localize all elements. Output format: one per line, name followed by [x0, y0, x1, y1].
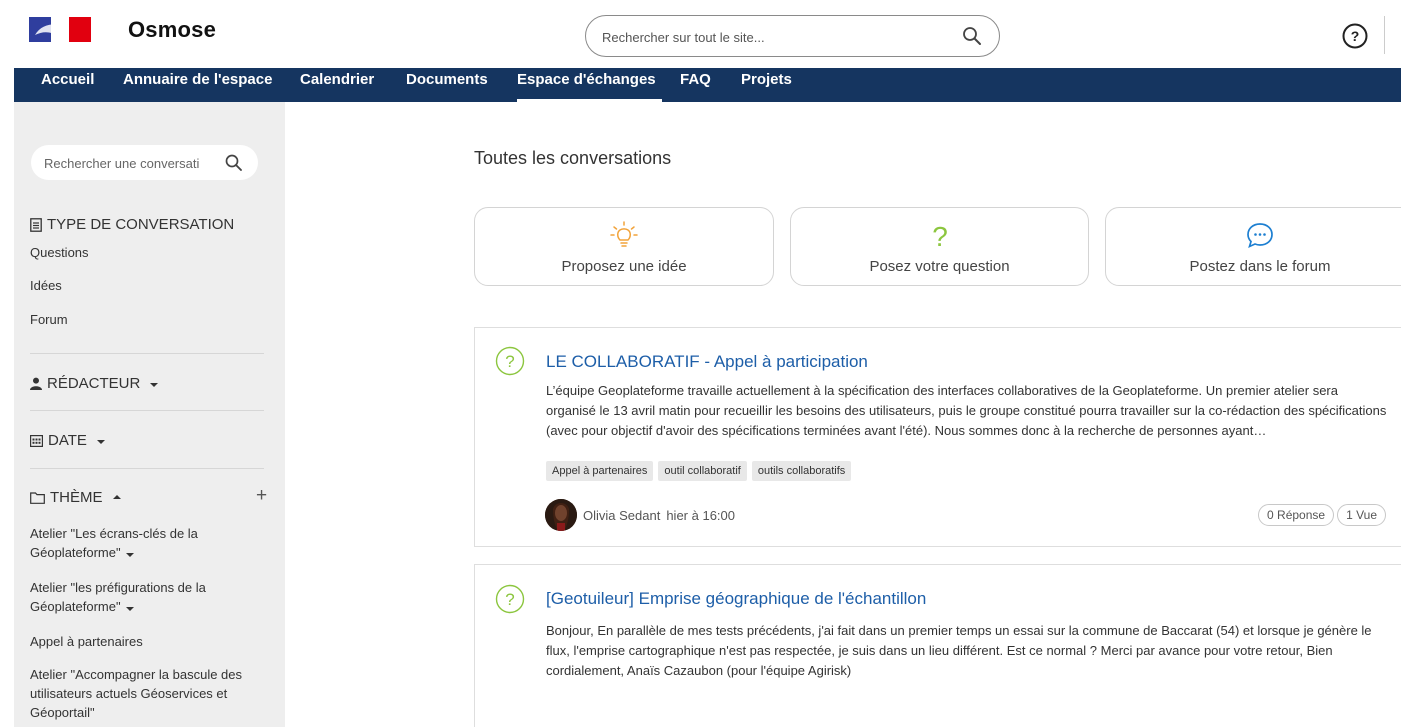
- sidebar-divider: [30, 410, 264, 411]
- post-forum-button[interactable]: Postez dans le forum: [1105, 207, 1401, 286]
- document-icon: [30, 217, 42, 232]
- author-filter-label: RÉDACTEUR: [47, 375, 141, 392]
- header-divider: [1384, 16, 1385, 54]
- question-icon: ?: [495, 584, 525, 614]
- svg-text:?: ?: [1351, 28, 1360, 44]
- tag-outil-collaboratif[interactable]: outil collaboratif: [658, 461, 747, 481]
- conversation-search-input[interactable]: [44, 153, 224, 173]
- theme-item-label: Atelier "Accompagner la bascule des util…: [30, 667, 243, 720]
- avatar[interactable]: [545, 499, 577, 531]
- theme-item-label: Appel à partenaires: [30, 634, 143, 649]
- author-filter-toggle[interactable]: RÉDACTEUR: [30, 375, 159, 392]
- main-nav: Accueil Annuaire de l'espace Calendrier …: [14, 68, 1401, 102]
- tag-list: Appel à partenaires outil collaboratif o…: [546, 461, 852, 481]
- date-filter-label: DATE: [48, 432, 87, 449]
- chevron-down-icon: [125, 553, 134, 557]
- user-icon: [30, 377, 42, 390]
- reply-count-badge: 0 Réponse: [1258, 504, 1335, 526]
- help-icon[interactable]: ?: [1341, 22, 1369, 50]
- lightbulb-icon: [610, 221, 638, 247]
- svg-text:?: ?: [505, 590, 514, 609]
- tag-appel-partenaires[interactable]: Appel à partenaires: [546, 461, 654, 481]
- propose-idea-button[interactable]: Proposez une idée: [474, 207, 774, 286]
- filter-type-forum[interactable]: Forum: [30, 312, 68, 327]
- svg-text:?: ?: [932, 221, 948, 250]
- nav-item-annuaire[interactable]: Annuaire de l'espace: [123, 68, 272, 102]
- site-search-box: [585, 15, 1000, 57]
- theme-filter-toggle[interactable]: THÈME: [30, 489, 121, 506]
- conversation-type-label: TYPE DE CONVERSATION: [47, 216, 235, 233]
- page-title: Toutes les conversations: [474, 148, 672, 168]
- post-forum-label: Postez dans le forum: [1189, 258, 1331, 275]
- author-name[interactable]: Olivia Sedant: [583, 508, 660, 523]
- tag-outils-collaboratifs[interactable]: outils collaboratifs: [751, 461, 852, 481]
- conversation-search-box: [31, 145, 258, 180]
- conversation-card: ? LE COLLABORATIF - Appel à participatio…: [474, 327, 1401, 547]
- view-count-badge: 1 Vue: [1337, 504, 1386, 526]
- question-icon: ?: [495, 346, 525, 376]
- nav-item-espace-echanges[interactable]: Espace d'échanges: [517, 68, 662, 102]
- theme-item[interactable]: Atelier "les préfigurations de la Géopla…: [30, 578, 270, 616]
- filter-type-idees[interactable]: Idées: [30, 278, 62, 293]
- propose-idea-label: Proposez une idée: [561, 258, 687, 275]
- nav-item-accueil[interactable]: Accueil: [41, 68, 94, 102]
- author-info: Olivia Sedant hier à 16:00: [545, 499, 735, 531]
- search-icon[interactable]: [224, 153, 244, 173]
- theme-item[interactable]: Atelier "Les écrans-clés de la Géoplatef…: [30, 524, 270, 562]
- chevron-down-icon: [125, 607, 134, 611]
- chevron-down-icon: [150, 383, 159, 387]
- sidebar-divider: [30, 468, 264, 469]
- filter-sidebar: TYPE DE CONVERSATION Questions Idées For…: [14, 102, 285, 727]
- nav-item-faq[interactable]: FAQ: [680, 68, 711, 102]
- conversation-title-link[interactable]: LE COLLABORATIF - Appel à participation: [546, 352, 868, 372]
- conversation-excerpt: L’équipe Geoplateforme travaille actuell…: [546, 383, 1387, 438]
- folder-icon: [30, 491, 45, 504]
- top-header: Osmose ?: [0, 0, 1401, 70]
- theme-item[interactable]: Appel à partenaires: [30, 632, 270, 651]
- calendar-icon: [30, 434, 43, 447]
- post-time: hier à 16:00: [666, 507, 735, 523]
- conversation-title-link[interactable]: [Geotuileur] Emprise géographique de l'é…: [546, 589, 926, 609]
- ask-question-label: Posez votre question: [869, 258, 1010, 275]
- chat-bubble-icon: [1247, 223, 1273, 249]
- chevron-down-icon: [96, 440, 105, 444]
- republique-flag-logo[interactable]: [29, 17, 91, 42]
- conversation-card: ? [Geotuileur] Emprise géographique de l…: [474, 564, 1401, 727]
- theme-item[interactable]: Atelier "Accompagner la bascule des util…: [30, 665, 270, 722]
- site-search-input[interactable]: [602, 26, 942, 48]
- conversation-excerpt: Bonjour, En parallèle de mes tests précé…: [546, 623, 1372, 678]
- filter-type-questions[interactable]: Questions: [30, 245, 89, 260]
- question-icon: ?: [932, 221, 948, 250]
- date-filter-toggle[interactable]: DATE: [30, 432, 105, 449]
- search-icon[interactable]: [961, 25, 983, 47]
- nav-item-documents[interactable]: Documents: [406, 68, 488, 102]
- nav-item-calendrier[interactable]: Calendrier: [300, 68, 374, 102]
- theme-item-label: Atelier "Les écrans-clés de la Géoplatef…: [30, 526, 198, 560]
- theme-item-label: Atelier "les préfigurations de la Géopla…: [30, 580, 206, 614]
- sidebar-divider: [30, 353, 264, 354]
- conversation-stats: 0 Réponse 1 Vue: [1258, 504, 1386, 526]
- svg-text:?: ?: [505, 352, 514, 371]
- nav-item-projets[interactable]: Projets: [741, 68, 792, 102]
- conversation-type-heading: TYPE DE CONVERSATION: [30, 216, 234, 233]
- ask-question-button[interactable]: ? Posez votre question: [790, 207, 1089, 286]
- add-theme-button[interactable]: +: [256, 485, 267, 507]
- chevron-up-icon: [112, 495, 121, 499]
- brand-name[interactable]: Osmose: [128, 17, 216, 43]
- theme-filter-label: THÈME: [50, 489, 103, 506]
